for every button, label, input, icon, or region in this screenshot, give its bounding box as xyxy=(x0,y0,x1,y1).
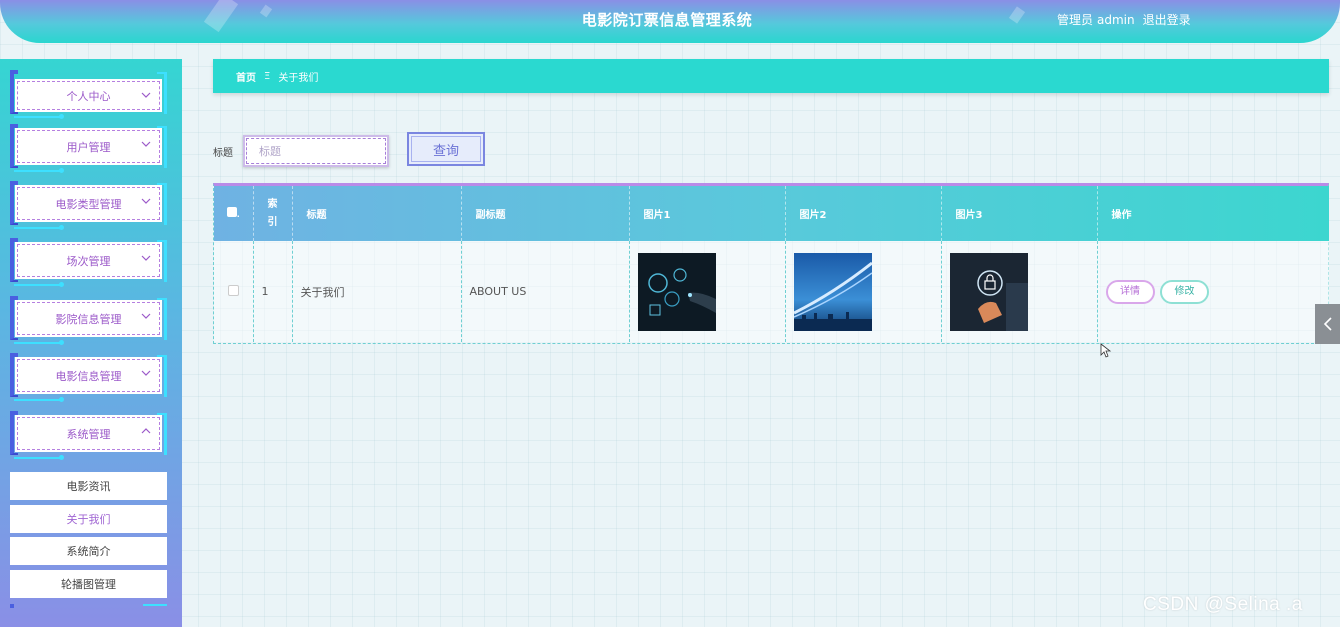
chevron-down-icon xyxy=(141,255,151,261)
sidebar-item-profile[interactable]: 个人中心 xyxy=(10,70,167,120)
chevron-down-icon xyxy=(141,370,151,376)
sidebar-item-label: 系统管理 xyxy=(66,427,111,441)
submenu-item-intro[interactable]: 系统简介 xyxy=(10,537,167,565)
logout-link[interactable]: 退出登录 xyxy=(1143,13,1191,27)
chevron-up-icon xyxy=(141,428,151,434)
sidebar-item-label: 用户管理 xyxy=(66,140,111,154)
username: admin xyxy=(1097,13,1135,27)
sidebar-item-label: 影院信息管理 xyxy=(55,312,122,326)
sidebar-item-users[interactable]: 用户管理 xyxy=(10,124,167,174)
search-input[interactable] xyxy=(243,135,389,167)
chevron-left-icon xyxy=(1323,317,1332,331)
table-header-row: . 索引 标题 副标题 图片1 图片2 图片3 操作 xyxy=(214,186,1329,241)
row-checkbox[interactable] xyxy=(227,284,239,296)
user-info: 管理员 admin 退出登录 xyxy=(1057,11,1195,28)
cell-index: 1 xyxy=(253,241,293,342)
detail-button[interactable]: 详情 xyxy=(1105,279,1155,304)
mouse-cursor-icon xyxy=(1100,343,1112,358)
watermark: CSDN @Selina .a xyxy=(1143,594,1303,615)
breadcrumb-separator: Ξ xyxy=(264,70,271,82)
sidebar-item-label: 个人中心 xyxy=(66,89,111,103)
sidebar-item-label: 电影信息管理 xyxy=(55,369,122,383)
city-skyline-image[interactable] xyxy=(793,252,872,331)
column-header-image1: 图片1 xyxy=(629,186,786,241)
table-row: 1 关于我们 ABOUT US 详情 修改 xyxy=(214,241,1329,342)
sidebar-item-label: 场次管理 xyxy=(66,254,111,268)
top-header: 电影院订票信息管理系统 管理员 admin 退出登录 xyxy=(0,0,1340,43)
breadcrumb-home[interactable]: 首页 xyxy=(236,69,256,84)
sidebar-item-system[interactable]: 系统管理 xyxy=(10,411,167,461)
data-table: . 索引 标题 副标题 图片1 图片2 图片3 操作 1 关于我们 ABOUT … xyxy=(213,183,1329,344)
submenu-item-carousel[interactable]: 轮播图管理 xyxy=(10,570,167,598)
search-button[interactable]: 查询 xyxy=(407,132,485,166)
breadcrumb-current: 关于我们 xyxy=(278,72,319,84)
tech-hand-image[interactable] xyxy=(637,252,716,331)
sidebar-item-sessions[interactable]: 场次管理 xyxy=(10,238,167,288)
user-role: 管理员 xyxy=(1057,13,1094,27)
sidebar-item-label: 电影类型管理 xyxy=(55,197,122,211)
search-label: 标题 xyxy=(213,148,233,159)
column-header-actions: 操作 xyxy=(1111,210,1132,221)
sidebar-item-movies[interactable]: 电影信息管理 xyxy=(10,353,167,403)
chevron-down-icon xyxy=(141,313,151,319)
chevron-down-icon xyxy=(141,92,151,98)
column-header-index: 索引 xyxy=(253,186,293,241)
collapse-panel-button[interactable] xyxy=(1315,304,1340,344)
chevron-down-icon xyxy=(141,141,151,147)
chevron-down-icon xyxy=(141,198,151,204)
submenu-item-about[interactable]: 关于我们 xyxy=(10,505,167,533)
breadcrumb: 首页 Ξ 关于我们 xyxy=(213,59,1329,93)
sidebar-item-cinemas[interactable]: 影院信息管理 xyxy=(10,296,167,346)
cell-subtitle: ABOUT US xyxy=(461,241,630,342)
cell-title: 关于我们 xyxy=(292,241,462,342)
select-all-checkbox[interactable]: . xyxy=(214,186,254,241)
column-header-subtitle: 副标题 xyxy=(461,186,630,241)
column-header-title: 标题 xyxy=(292,186,462,241)
submenu-item-news[interactable]: 电影资讯 xyxy=(10,472,167,500)
column-header-image3: 图片3 xyxy=(941,186,1098,241)
sidebar-bottom-deco xyxy=(10,604,167,608)
edit-button[interactable]: 修改 xyxy=(1160,279,1209,304)
column-header-image2: 图片2 xyxy=(785,186,942,241)
security-lock-image[interactable] xyxy=(949,252,1028,331)
sidebar-item-movie-types[interactable]: 电影类型管理 xyxy=(10,181,167,231)
